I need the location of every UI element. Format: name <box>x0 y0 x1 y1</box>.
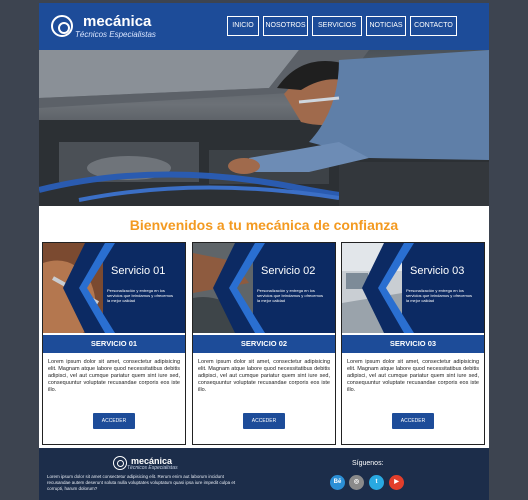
service-card-3: Servicio 03 Personalización y entrega en… <box>341 242 485 445</box>
main-nav: INICIO NOSOTROS SERVICIOS NOTICIAS CONTA… <box>227 16 457 36</box>
footer-logo-icon[interactable] <box>113 456 127 470</box>
service-subtitle-1: Personalización y entrega en los servici… <box>107 288 174 303</box>
service-card-1: Servicio 01 Personalización y entrega en… <box>42 242 186 445</box>
service-title-3: Servicio 03 <box>410 265 465 277</box>
service-band-2: SERVICIO 02 <box>193 335 335 353</box>
logo-icon[interactable] <box>51 15 73 37</box>
service-title-1: Servicio 01 <box>111 265 166 277</box>
follow-label: Síguenos: <box>352 460 384 467</box>
nav-servicios[interactable]: SERVICIOS <box>312 16 362 36</box>
footer-tagline: Técnicos Especialistas <box>127 465 178 471</box>
nav-inicio[interactable]: INICIO <box>227 16 259 36</box>
acceder-button-3[interactable]: ACCEDER <box>392 413 434 429</box>
acceder-button-1[interactable]: ACCEDER <box>93 413 135 429</box>
service-card-2: Servicio 02 Personalización y entrega en… <box>192 242 336 445</box>
service-image-2: Servicio 02 Personalización y entrega en… <box>193 243 335 333</box>
hero-image <box>39 50 489 206</box>
brand-name[interactable]: mecánica <box>83 14 151 29</box>
nav-nosotros[interactable]: NOSOTROS <box>263 16 308 36</box>
service-image-3: Servicio 03 Personalización y entrega en… <box>342 243 484 333</box>
twitter-icon[interactable]: t <box>369 475 384 490</box>
service-text-2: Lorem ipsum dolor sit amet, consectetur … <box>198 359 330 393</box>
acceder-button-2[interactable]: ACCEDER <box>243 413 285 429</box>
page: mecánica Técnicos Especialistas INICIO N… <box>39 3 489 500</box>
service-title-2: Servicio 02 <box>261 265 316 277</box>
site-header: mecánica Técnicos Especialistas INICIO N… <box>39 3 489 50</box>
behance-icon[interactable]: Bē <box>330 475 345 490</box>
service-band-3: SERVICIO 03 <box>342 335 484 353</box>
welcome-heading: Bienvenidos a tu mecánica de confianza <box>129 217 399 233</box>
footer-text: Lorem ipsum dolor sit amet consectetur a… <box>47 474 236 491</box>
service-subtitle-3: Personalización y entrega en los servici… <box>406 288 473 303</box>
nav-contacto[interactable]: CONTACTO <box>410 16 457 36</box>
youtube-icon[interactable]: ▶ <box>389 475 404 490</box>
instagram-icon[interactable]: ◎ <box>349 475 364 490</box>
site-footer: mecánica Técnicos Especialistas Lorem ip… <box>39 448 489 500</box>
nav-noticias[interactable]: NOTICIAS <box>366 16 406 36</box>
service-image-1: Servicio 01 Personalización y entrega en… <box>43 243 185 333</box>
service-text-1: Lorem ipsum dolor sit amet, consectetur … <box>48 359 180 393</box>
service-band-1: SERVICIO 01 <box>43 335 185 353</box>
service-subtitle-2: Personalización y entrega en los servici… <box>257 288 324 303</box>
brand-tagline: Técnicos Especialistas <box>75 30 156 39</box>
service-text-3: Lorem ipsum dolor sit amet, consectetur … <box>347 359 479 393</box>
